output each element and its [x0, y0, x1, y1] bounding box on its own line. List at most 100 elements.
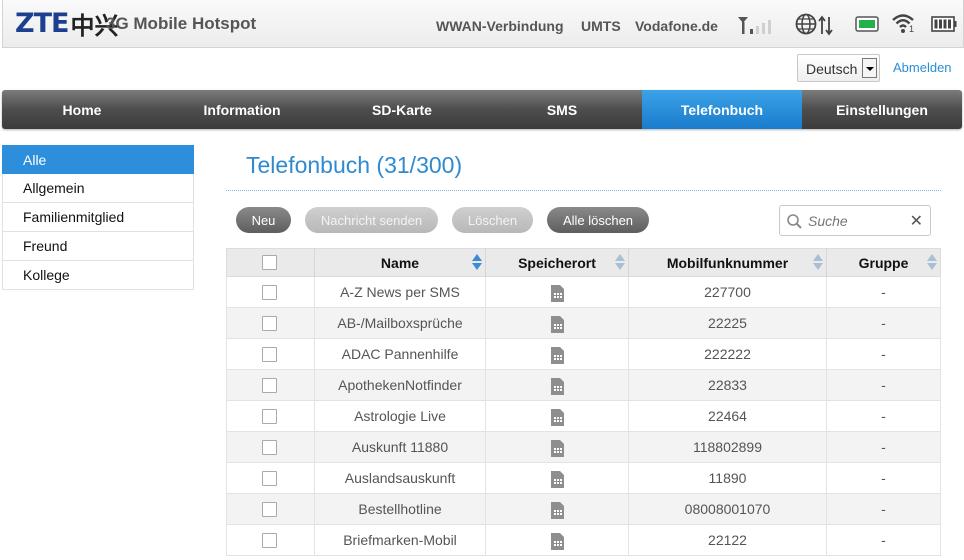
delete-all-button[interactable]: Alle löschen	[547, 207, 649, 233]
number-cell: 22833	[628, 370, 826, 400]
group-cell: -	[826, 463, 940, 493]
search-icon	[787, 214, 802, 229]
globe-data-icon	[795, 13, 833, 36]
location-cell	[485, 277, 628, 307]
chevron-down-icon[interactable]	[862, 58, 877, 78]
row-checkbox[interactable]	[262, 378, 277, 393]
sim-card-icon	[550, 408, 564, 426]
search-input[interactable]	[808, 213, 908, 229]
table-row[interactable]: Auskunft 11880 118802899-	[226, 432, 941, 463]
language-select[interactable]: Deutsch	[797, 54, 880, 82]
name-cell: AB-/Mailboxsprüche	[314, 308, 485, 338]
location-cell	[485, 525, 628, 555]
new-button[interactable]: Neu	[236, 207, 291, 233]
nav-settings[interactable]: Einstellungen	[802, 90, 962, 129]
row-checkbox[interactable]	[262, 316, 277, 331]
clear-search-icon[interactable]: ✕	[910, 211, 923, 231]
number-cell: 118802899	[628, 432, 826, 462]
location-cell	[485, 370, 628, 400]
group-cell: -	[826, 308, 940, 338]
table-row[interactable]: Auslandsauskunft 11890-	[226, 463, 941, 494]
row-checkbox[interactable]	[262, 471, 277, 486]
nav-home[interactable]: Home	[2, 90, 162, 129]
number-cell: 22225	[628, 308, 826, 338]
location-cell	[485, 308, 628, 338]
name-cell: Auslandsauskunft	[314, 463, 485, 493]
column-group-header[interactable]: Gruppe	[826, 249, 940, 277]
number-cell: 08008001070	[628, 494, 826, 524]
name-cell: ADAC Pannenhilfe	[314, 339, 485, 369]
group-cell: -	[826, 432, 940, 462]
number-cell: 22464	[628, 401, 826, 431]
row-checkbox[interactable]	[262, 347, 277, 362]
sidebar-item-general[interactable]: Allgemein	[2, 174, 194, 203]
sim-card-icon	[550, 501, 564, 519]
sort-icon[interactable]	[472, 254, 482, 272]
row-checkbox[interactable]	[262, 440, 277, 455]
wifi-client-count: 1	[909, 24, 915, 34]
sim-card-icon	[550, 377, 564, 395]
select-all-checkbox[interactable]	[262, 255, 277, 270]
number-cell: 227700	[628, 277, 826, 307]
sort-icon[interactable]	[615, 254, 625, 272]
sidebar-item-family[interactable]: Familienmitglied	[2, 203, 194, 232]
sort-icon[interactable]	[927, 254, 937, 272]
table-row[interactable]: Astrologie Live 22464-	[226, 401, 941, 432]
table-row[interactable]: Briefmarken-Mobil 22122-	[226, 525, 941, 556]
send-message-button[interactable]: Nachricht senden	[305, 207, 438, 233]
select-cell	[227, 308, 314, 338]
table-row[interactable]: AB-/Mailboxsprüche 22225-	[226, 308, 941, 339]
column-number-header[interactable]: Mobilfunknummer	[628, 249, 826, 277]
group-sidebar: Alle Allgemein Familienmitglied Freund K…	[2, 145, 194, 290]
nav-phonebook[interactable]: Telefonbuch	[642, 90, 802, 129]
sort-icon[interactable]	[813, 254, 823, 272]
group-cell: -	[826, 401, 940, 431]
sim-card-icon	[550, 284, 564, 302]
provider-name: Vodafone.de	[635, 18, 718, 34]
column-label: Name	[380, 255, 420, 271]
title-divider	[226, 190, 941, 191]
header-select-cell	[227, 249, 314, 277]
row-checkbox[interactable]	[262, 502, 277, 517]
logo-text: ZTE	[15, 7, 69, 39]
column-name-header[interactable]: Name	[314, 249, 485, 277]
select-cell	[227, 494, 314, 524]
table-row[interactable]: A-Z News per SMS 227700-	[226, 277, 941, 308]
name-cell: A-Z News per SMS	[314, 277, 485, 307]
sim-card-icon	[550, 315, 564, 333]
sim-card-icon	[550, 346, 564, 364]
app-header: ZTE 中兴 3G Mobile Hotspot WWAN-Verbindung…	[2, 0, 964, 48]
name-cell: ApothekenNotfinder	[314, 370, 485, 400]
connection-status: WWAN-Verbindung	[436, 18, 564, 34]
row-checkbox[interactable]	[262, 409, 277, 424]
select-cell	[227, 525, 314, 555]
group-cell: -	[826, 370, 940, 400]
nav-information[interactable]: Information	[162, 90, 322, 129]
sidebar-item-all[interactable]: Alle	[2, 145, 194, 174]
page-title: Telefonbuch (31/300)	[246, 152, 463, 178]
sidebar-item-friend[interactable]: Freund	[2, 232, 194, 261]
select-cell	[227, 463, 314, 493]
select-cell	[227, 370, 314, 400]
select-cell	[227, 277, 314, 307]
row-checkbox[interactable]	[262, 285, 277, 300]
number-cell: 222222	[628, 339, 826, 369]
delete-button[interactable]: Löschen	[452, 207, 533, 233]
column-label: Mobilfunknummer	[666, 255, 789, 271]
sidebar-item-colleague[interactable]: Kollege	[2, 261, 194, 290]
group-cell: -	[826, 525, 940, 555]
nav-sd-card[interactable]: SD-Karte	[322, 90, 482, 129]
row-checkbox[interactable]	[262, 533, 277, 548]
table-row[interactable]: ADAC Pannenhilfe 222222-	[226, 339, 941, 370]
group-cell: -	[826, 339, 940, 369]
number-cell: 22122	[628, 525, 826, 555]
group-cell: -	[826, 277, 940, 307]
language-value: Deutsch	[806, 61, 858, 77]
logout-link[interactable]: Abmelden	[893, 60, 952, 75]
table-row[interactable]: Bestellhotline 08008001070-	[226, 494, 941, 525]
nav-sms[interactable]: SMS	[482, 90, 642, 129]
select-cell	[227, 401, 314, 431]
table-row[interactable]: ApothekenNotfinder 22833-	[226, 370, 941, 401]
location-cell	[485, 463, 628, 493]
column-location-header[interactable]: Speicherort	[485, 249, 628, 277]
